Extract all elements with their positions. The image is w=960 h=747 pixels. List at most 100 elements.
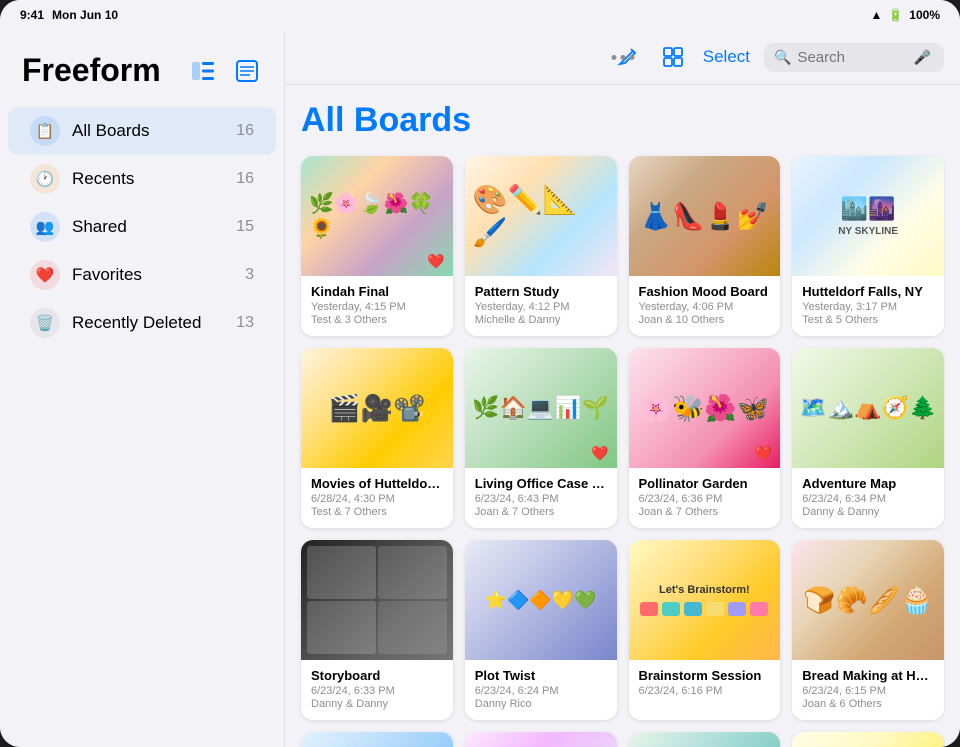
- board-card-bottom2[interactable]: 🌈🎭🎨: [465, 732, 617, 747]
- board-info-brainstorm-session: Brainstorm Session 6/23/24, 6:16 PM: [629, 660, 781, 708]
- right-panel: Select 🔍 🎤 All Boards 🌿🌸🍃🌺🍀🌻 ❤️ Kindah F…: [285, 30, 960, 747]
- board-name-bread-making: Bread Making at Home: [802, 668, 934, 683]
- board-name-plot-twist: Plot Twist: [475, 668, 607, 683]
- board-date-fashion-mood-board: Yesterday, 4:06 PM: [639, 301, 771, 313]
- select-button[interactable]: Select: [703, 47, 750, 67]
- search-input[interactable]: [797, 49, 907, 66]
- board-card-kindah-final[interactable]: 🌿🌸🍃🌺🍀🌻 ❤️ Kindah Final Yesterday, 4:15 P…: [301, 156, 453, 336]
- nav-label-shared: Shared: [72, 217, 236, 237]
- board-name-pattern-study: Pattern Study: [475, 284, 607, 299]
- sidebar-item-shared[interactable]: 👥 Shared 15: [8, 203, 276, 251]
- board-thumbnail-movies-hutteldorf: 🎬🎥📽️: [301, 348, 453, 468]
- status-bar-left: 9:41 Mon Jun 10: [20, 8, 118, 22]
- board-collaborators-storyboard: Danny & Danny: [311, 698, 443, 710]
- search-bar[interactable]: 🔍 🎤: [764, 43, 944, 72]
- wifi-icon: ▲: [870, 8, 882, 22]
- battery-icon: 🔋: [888, 8, 903, 22]
- grid-view-icon[interactable]: [657, 41, 689, 73]
- board-info-fashion-mood-board: Fashion Mood Board Yesterday, 4:06 PM Jo…: [629, 276, 781, 336]
- sidebar-item-recently-deleted[interactable]: 🗑️ Recently Deleted 13: [8, 299, 276, 347]
- board-date-living-office: 6/23/24, 6:43 PM: [475, 493, 607, 505]
- main-content: Freeform: [0, 30, 960, 747]
- board-card-hutteldorf-falls[interactable]: 🏙️🌆NY SKYLINE Hutteldorf Falls, NY Yeste…: [792, 156, 944, 336]
- board-thumbnail-bottom4: 📰📋🗒️: [792, 732, 944, 747]
- board-name-fashion-mood-board: Fashion Mood Board: [639, 284, 771, 299]
- nav-icon-all-boards: 📋: [30, 116, 60, 146]
- board-card-brainstorm-session[interactable]: Let's Brainstorm! Brainstorm Session 6/2…: [629, 540, 781, 720]
- board-info-pollinator-garden: Pollinator Garden 6/23/24, 6:36 PM Joan …: [629, 468, 781, 528]
- board-name-adventure-map: Adventure Map: [802, 476, 934, 491]
- board-card-adventure-map[interactable]: 🗺️🏔️⛺🧭🌲 Adventure Map 6/23/24, 6:34 PM D…: [792, 348, 944, 528]
- board-date-adventure-map: 6/23/24, 6:34 PM: [802, 493, 934, 505]
- board-collaborators-fashion-mood-board: Joan & 10 Others: [639, 314, 771, 326]
- board-card-living-office[interactable]: 🌿🏠💻📊🌱 ❤️ Living Office Case Study 6/23/2…: [465, 348, 617, 528]
- board-date-bread-making: 6/23/24, 6:15 PM: [802, 685, 934, 697]
- sidebar-item-recents[interactable]: 🕐 Recents 16: [8, 155, 276, 203]
- board-card-movies-hutteldorf[interactable]: 🎬🎥📽️ Movies of Hutteldorf Fa... 6/28/24,…: [301, 348, 453, 528]
- nav-label-recents: Recents: [72, 169, 236, 189]
- board-name-living-office: Living Office Case Study: [475, 476, 607, 491]
- boards-grid: 🌿🌸🍃🌺🍀🌻 ❤️ Kindah Final Yesterday, 4:15 P…: [301, 156, 944, 747]
- nav-count-recents: 16: [236, 170, 254, 188]
- board-name-kindah-final: Kindah Final: [311, 284, 443, 299]
- board-card-plot-twist[interactable]: ⭐🔷🔶💛💚 Plot Twist 6/23/24, 6:24 PM Danny …: [465, 540, 617, 720]
- nav-icon-recently-deleted: 🗑️: [30, 308, 60, 338]
- board-date-kindah-final: Yesterday, 4:15 PM: [311, 301, 443, 313]
- board-collaborators-adventure-map: Danny & Danny: [802, 506, 934, 518]
- board-thumbnail-fashion-mood-board: 👗👠💄💅: [629, 156, 781, 276]
- sidebar-item-favorites[interactable]: ❤️ Favorites 3: [8, 251, 276, 299]
- board-collaborators-living-office: Joan & 7 Others: [475, 506, 607, 518]
- board-info-pattern-study: Pattern Study Yesterday, 4:12 PM Michell…: [465, 276, 617, 336]
- board-collaborators-movies-hutteldorf: Test & 7 Others: [311, 506, 443, 518]
- board-card-fashion-mood-board[interactable]: 👗👠💄💅 Fashion Mood Board Yesterday, 4:06 …: [629, 156, 781, 336]
- board-thumbnail-living-office: 🌿🏠💻📊🌱 ❤️: [465, 348, 617, 468]
- sidebar-item-all-boards[interactable]: 📋 All Boards 16: [8, 107, 276, 155]
- board-thumbnail-pollinator-garden: 🌸🐝🌺🦋 ❤️: [629, 348, 781, 468]
- device-frame: 9:41 Mon Jun 10 ▲ 🔋 100% Freeform: [0, 0, 960, 747]
- board-collaborators-hutteldorf-falls: Test & 5 Others: [802, 314, 934, 326]
- board-thumbnail-kindah-final: 🌿🌸🍃🌺🍀🌻 ❤️: [301, 156, 453, 276]
- board-thumbnail-bottom3: 🌊🐢🌿: [629, 732, 781, 747]
- toolbar: Select 🔍 🎤: [285, 30, 960, 85]
- sidebar: Freeform: [0, 30, 285, 747]
- toolbar-dots: [611, 55, 634, 60]
- board-thumbnail-adventure-map: 🗺️🏔️⛺🧭🌲: [792, 348, 944, 468]
- nav-label-all-boards: All Boards: [72, 121, 236, 141]
- board-thumbnail-hutteldorf-falls: 🏙️🌆NY SKYLINE: [792, 156, 944, 276]
- favorite-heart-kindah-final: ❤️: [427, 253, 444, 270]
- board-card-pollinator-garden[interactable]: 🌸🐝🌺🦋 ❤️ Pollinator Garden 6/23/24, 6:36 …: [629, 348, 781, 528]
- favorite-heart-pollinator-garden: ❤️: [755, 445, 772, 462]
- board-collaborators-pollinator-garden: Joan & 7 Others: [639, 506, 771, 518]
- board-card-bottom3[interactable]: 🌊🐢🌿: [629, 732, 781, 747]
- board-date-brainstorm-session: 6/23/24, 6:16 PM: [639, 685, 771, 697]
- board-card-bread-making[interactable]: 🍞🥐🥖🧁 Bread Making at Home 6/23/24, 6:15 …: [792, 540, 944, 720]
- status-bar: 9:41 Mon Jun 10 ▲ 🔋 100%: [0, 0, 960, 30]
- nav-icon-favorites: ❤️: [30, 260, 60, 290]
- nav-count-all-boards: 16: [236, 122, 254, 140]
- nav-label-favorites: Favorites: [72, 265, 245, 285]
- content-area: All Boards 🌿🌸🍃🌺🍀🌻 ❤️ Kindah Final Yester…: [285, 85, 960, 747]
- board-date-pollinator-garden: 6/23/24, 6:36 PM: [639, 493, 771, 505]
- status-date: Mon Jun 10: [52, 8, 118, 22]
- nav-count-favorites: 3: [245, 266, 254, 284]
- board-card-bottom1[interactable]: 🔵🔗📌: [301, 732, 453, 747]
- nav-label-recently-deleted: Recently Deleted: [72, 313, 236, 333]
- board-name-storyboard: Storyboard: [311, 668, 443, 683]
- board-name-brainstorm-session: Brainstorm Session: [639, 668, 771, 683]
- sidebar-header-icons: [188, 56, 262, 86]
- board-collaborators-kindah-final: Test & 3 Others: [311, 314, 443, 326]
- toolbar-dot: [629, 55, 634, 60]
- new-board-icon[interactable]: [232, 56, 262, 86]
- microphone-icon[interactable]: 🎤: [913, 49, 930, 66]
- board-info-bread-making: Bread Making at Home 6/23/24, 6:15 PM Jo…: [792, 660, 944, 720]
- board-info-kindah-final: Kindah Final Yesterday, 4:15 PM Test & 3…: [301, 276, 453, 336]
- board-card-bottom4[interactable]: 📰📋🗒️: [792, 732, 944, 747]
- sidebar-toggle-icon[interactable]: [188, 56, 218, 86]
- board-collaborators-plot-twist: Danny Rico: [475, 698, 607, 710]
- page-title: All Boards: [301, 101, 944, 140]
- board-card-storyboard[interactable]: Storyboard 6/23/24, 6:33 PM Danny & Dann…: [301, 540, 453, 720]
- board-date-movies-hutteldorf: 6/28/24, 4:30 PM: [311, 493, 443, 505]
- app-title: Freeform: [22, 52, 161, 89]
- board-date-pattern-study: Yesterday, 4:12 PM: [475, 301, 607, 313]
- board-card-pattern-study[interactable]: 🎨✏️📐🖌️ Pattern Study Yesterday, 4:12 PM …: [465, 156, 617, 336]
